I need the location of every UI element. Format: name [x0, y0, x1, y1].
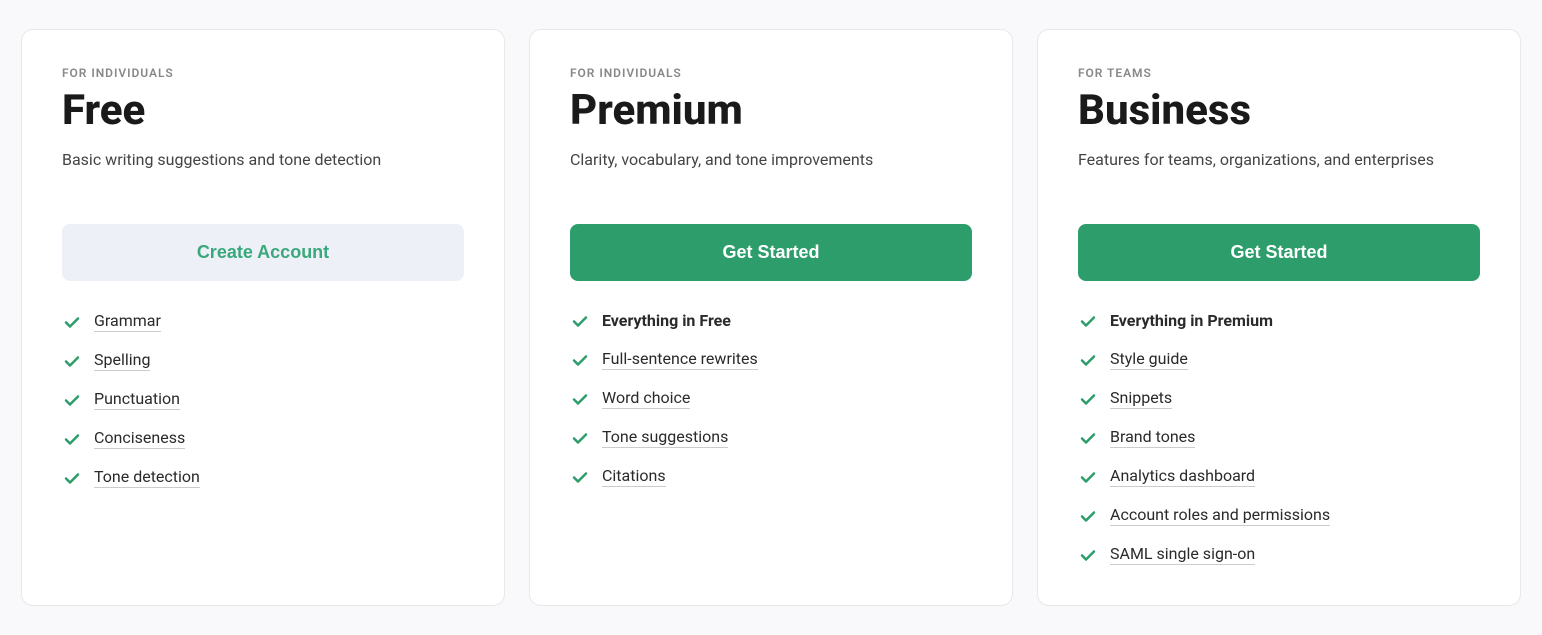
plan-name: Business: [1078, 88, 1480, 134]
plan-description: Basic writing suggestions and tone detec…: [62, 148, 464, 196]
check-icon: [570, 389, 590, 409]
check-icon: [1078, 311, 1098, 331]
plan-description: Clarity, vocabulary, and tone improvemen…: [570, 148, 972, 196]
plan-card-premium: FOR INDIVIDUALS Premium Clarity, vocabul…: [529, 29, 1013, 606]
plan-card-business: FOR TEAMS Business Features for teams, o…: [1037, 29, 1521, 606]
feature-text: Grammar: [94, 311, 161, 332]
plan-name: Premium: [570, 88, 972, 134]
pricing-container: FOR INDIVIDUALS Free Basic writing sugge…: [21, 29, 1521, 606]
feature-item: Analytics dashboard: [1078, 466, 1480, 487]
feature-item: Word choice: [570, 388, 972, 409]
plan-card-free: FOR INDIVIDUALS Free Basic writing sugge…: [21, 29, 505, 606]
feature-item: Citations: [570, 466, 972, 487]
feature-item: Grammar: [62, 311, 464, 332]
feature-item: Full-sentence rewrites: [570, 349, 972, 370]
feature-text: Everything in Free: [602, 311, 731, 331]
plan-name: Free: [62, 88, 464, 134]
check-icon: [570, 350, 590, 370]
check-icon: [62, 390, 82, 410]
feature-text: Tone detection: [94, 467, 200, 488]
plan-cta-button[interactable]: Get Started: [1078, 224, 1480, 281]
feature-text: Analytics dashboard: [1110, 466, 1255, 487]
feature-item: Everything in Premium: [1078, 311, 1480, 331]
feature-item: SAML single sign-on: [1078, 544, 1480, 565]
check-icon: [570, 467, 590, 487]
plan-cta-button[interactable]: Create Account: [62, 224, 464, 281]
feature-text: SAML single sign-on: [1110, 544, 1255, 565]
feature-text: Account roles and permissions: [1110, 505, 1330, 526]
feature-text: Word choice: [602, 388, 690, 409]
plan-description: Features for teams, organizations, and e…: [1078, 148, 1480, 196]
feature-text: Brand tones: [1110, 427, 1195, 448]
plan-category: FOR INDIVIDUALS: [62, 66, 464, 80]
feature-text: Full-sentence rewrites: [602, 349, 758, 370]
feature-text: Spelling: [94, 350, 150, 371]
check-icon: [1078, 545, 1098, 565]
check-icon: [1078, 389, 1098, 409]
features-list: Grammar Spelling Punctuation Con: [62, 311, 464, 488]
feature-item: Snippets: [1078, 388, 1480, 409]
check-icon: [62, 312, 82, 332]
check-icon: [570, 311, 590, 331]
feature-item: Account roles and permissions: [1078, 505, 1480, 526]
features-list: Everything in Free Full-sentence rewrite…: [570, 311, 972, 487]
feature-item: Tone suggestions: [570, 427, 972, 448]
check-icon: [570, 428, 590, 448]
feature-text: Everything in Premium: [1110, 311, 1273, 331]
check-icon: [1078, 350, 1098, 370]
feature-text: Citations: [602, 466, 666, 487]
plan-category: FOR INDIVIDUALS: [570, 66, 972, 80]
check-icon: [1078, 428, 1098, 448]
feature-item: Punctuation: [62, 389, 464, 410]
plan-category: FOR TEAMS: [1078, 66, 1480, 80]
plan-cta-button[interactable]: Get Started: [570, 224, 972, 281]
check-icon: [62, 351, 82, 371]
feature-item: Spelling: [62, 350, 464, 371]
feature-text: Snippets: [1110, 388, 1172, 409]
check-icon: [62, 468, 82, 488]
feature-item: Conciseness: [62, 428, 464, 449]
feature-item: Everything in Free: [570, 311, 972, 331]
feature-text: Punctuation: [94, 389, 180, 410]
feature-text: Tone suggestions: [602, 427, 728, 448]
check-icon: [1078, 467, 1098, 487]
feature-item: Brand tones: [1078, 427, 1480, 448]
check-icon: [1078, 506, 1098, 526]
features-list: Everything in Premium Style guide Snippe…: [1078, 311, 1480, 565]
feature-item: Style guide: [1078, 349, 1480, 370]
feature-text: Conciseness: [94, 428, 185, 449]
check-icon: [62, 429, 82, 449]
feature-text: Style guide: [1110, 349, 1188, 370]
feature-item: Tone detection: [62, 467, 464, 488]
